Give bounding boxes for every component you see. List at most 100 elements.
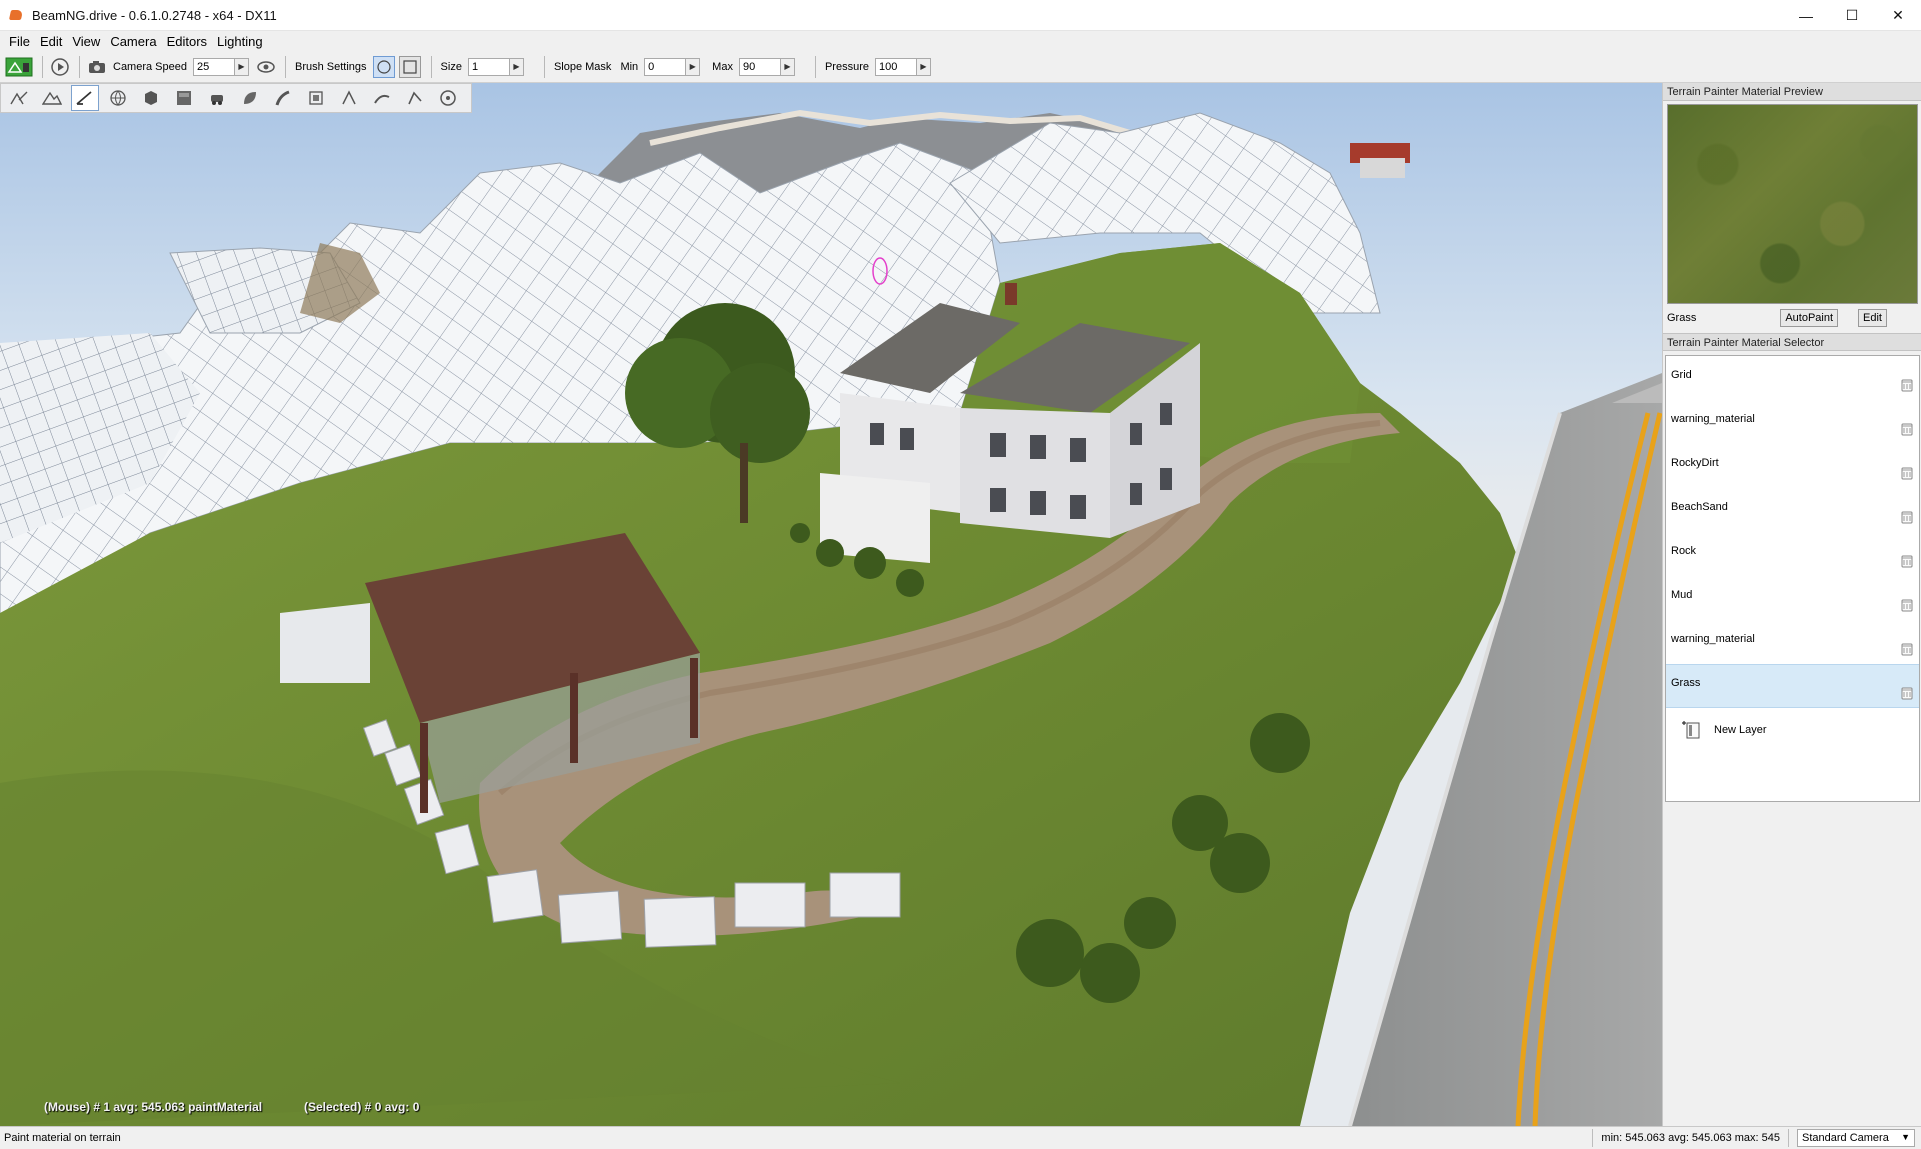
min-label: Min <box>620 60 639 73</box>
material-item-rock[interactable]: Rock <box>1666 532 1919 576</box>
status-separator <box>1592 1129 1594 1147</box>
material-item-grass[interactable]: Grass <box>1666 664 1919 708</box>
material-item-mud[interactable]: Mud <box>1666 576 1919 620</box>
material-label: Grid <box>1671 369 1692 381</box>
status-message: Paint material on terrain <box>4 1132 121 1144</box>
river-icon <box>374 94 390 104</box>
menu-editors[interactable]: Editors <box>162 34 212 49</box>
window-title: BeamNG.drive - 0.6.1.0.2748 - x64 - DX11 <box>32 7 277 23</box>
new-layer-label: New Layer <box>1714 724 1767 736</box>
pressure-input[interactable] <box>875 58 916 75</box>
size-stepper[interactable]: ▶ <box>467 57 524 76</box>
object-tool[interactable] <box>137 85 165 111</box>
size-input[interactable] <box>468 58 509 75</box>
material-item-grid[interactable]: Grid <box>1666 356 1919 400</box>
square-brush-button[interactable] <box>398 55 421 78</box>
world-tool[interactable] <box>104 85 132 111</box>
max-arrow-icon[interactable]: ▶ <box>779 58 794 75</box>
min-stepper[interactable]: ▶ <box>644 57 701 76</box>
material-preview-image <box>1667 104 1918 304</box>
pressure-arrow-icon[interactable]: ▶ <box>915 58 930 75</box>
autopaint-button[interactable]: AutoPaint <box>1780 309 1839 327</box>
min-input[interactable] <box>645 58 686 75</box>
decal-icon <box>342 90 356 105</box>
material-item-beachsand[interactable]: BeachSand <box>1666 488 1919 532</box>
navigation-tool[interactable] <box>434 85 462 111</box>
river-tool[interactable] <box>368 85 396 111</box>
material-label: RockyDirt <box>1671 457 1719 469</box>
material-item-warning-material-2[interactable]: warning_material <box>1666 620 1919 664</box>
delete-layer-icon[interactable] <box>1901 642 1913 656</box>
maximize-button[interactable]: ☐ <box>1829 0 1875 31</box>
road-tool[interactable] <box>269 85 297 111</box>
material-item-warning-material[interactable]: warning_material <box>1666 400 1919 444</box>
max-stepper[interactable]: ▶ <box>738 57 795 76</box>
camera-mode-value: Standard Camera <box>1802 1132 1889 1144</box>
status-bar: Paint material on terrain min: 545.063 a… <box>0 1126 1921 1149</box>
delete-layer-icon[interactable] <box>1901 686 1913 700</box>
edit-material-button[interactable]: Edit <box>1858 309 1887 327</box>
delete-layer-icon[interactable] <box>1901 422 1913 436</box>
mountain-icon <box>42 91 62 105</box>
camera-mode-select[interactable]: Standard Camera ▼ <box>1797 1129 1915 1147</box>
smooth-terrain-tool[interactable] <box>38 85 66 111</box>
terrain-map-tool[interactable] <box>170 85 198 111</box>
selector-panel-header: Terrain Painter Material Selector <box>1663 333 1921 351</box>
delete-layer-icon[interactable] <box>1901 510 1913 524</box>
paint-material-tool[interactable] <box>71 85 99 111</box>
camera-speed-stepper[interactable]: ▶ <box>193 57 249 76</box>
minimize-button[interactable]: — <box>1783 0 1829 31</box>
preview-controls: Grass AutoPaint Edit <box>1663 307 1921 329</box>
menu-file[interactable]: File <box>4 34 35 49</box>
size-arrow-icon[interactable]: ▶ <box>508 58 523 75</box>
menu-bar: File Edit View Camera Editors Lighting <box>0 31 1921 51</box>
path-tool[interactable] <box>401 85 429 111</box>
new-layer-button[interactable]: New Layer <box>1666 708 1919 752</box>
menu-view[interactable]: View <box>67 34 105 49</box>
min-arrow-icon[interactable]: ▶ <box>685 58 700 75</box>
max-input[interactable] <box>739 58 780 75</box>
new-layer-icon <box>1682 721 1700 739</box>
road-icon <box>275 90 290 106</box>
title-bar: BeamNG.drive - 0.6.1.0.2748 - x64 - DX11… <box>0 0 1921 31</box>
cube-icon <box>145 91 157 105</box>
camera-speed-arrow-icon[interactable]: ▶ <box>234 58 248 75</box>
menu-lighting[interactable]: Lighting <box>212 34 268 49</box>
status-separator <box>1788 1129 1789 1147</box>
preview-panel-header: Terrain Painter Material Preview <box>1663 83 1921 101</box>
delete-layer-icon[interactable] <box>1901 598 1913 612</box>
toolbar-separator <box>430 55 432 78</box>
raise-terrain-tool[interactable] <box>5 85 33 111</box>
pressure-stepper[interactable]: ▶ <box>874 57 931 76</box>
terrain-tools-palette <box>0 83 472 113</box>
toolbar-separator <box>79 55 80 78</box>
size-label: Size <box>440 60 462 73</box>
menu-edit[interactable]: Edit <box>35 34 67 49</box>
delete-layer-icon[interactable] <box>1901 378 1913 392</box>
material-item-rockydirt[interactable]: RockyDirt <box>1666 444 1919 488</box>
vehicle-tool[interactable] <box>203 85 231 111</box>
raise-terrain-icon <box>10 91 28 105</box>
delete-layer-icon[interactable] <box>1901 554 1913 568</box>
circle-icon <box>376 59 391 74</box>
world-editor-icon[interactable] <box>4 56 34 78</box>
camera-speed-input[interactable] <box>194 58 234 75</box>
3d-viewport[interactable]: (Mouse) # 1 avg: 545.063 paintMaterial (… <box>0 83 1662 1126</box>
material-label: BeachSand <box>1671 501 1728 513</box>
close-button[interactable]: ✕ <box>1875 0 1921 31</box>
delete-layer-icon[interactable] <box>1901 466 1913 480</box>
forest-tool[interactable] <box>236 85 264 111</box>
eye-icon[interactable] <box>255 56 277 78</box>
circle-brush-button[interactable] <box>372 55 395 78</box>
material-label: Mud <box>1671 589 1693 601</box>
play-icon[interactable] <box>49 56 71 78</box>
menu-camera[interactable]: Camera <box>105 34 161 49</box>
window-controls: — ☐ ✕ <box>1783 0 1921 31</box>
camera-icon[interactable] <box>86 56 108 78</box>
decal-tool[interactable] <box>335 85 363 111</box>
mesh-road-tool[interactable] <box>302 85 330 111</box>
slope-mask-label: Slope Mask <box>553 60 612 73</box>
toolbar-separator <box>42 55 43 78</box>
preview-material-name: Grass <box>1667 312 1697 324</box>
pressure-label: Pressure <box>824 60 869 73</box>
